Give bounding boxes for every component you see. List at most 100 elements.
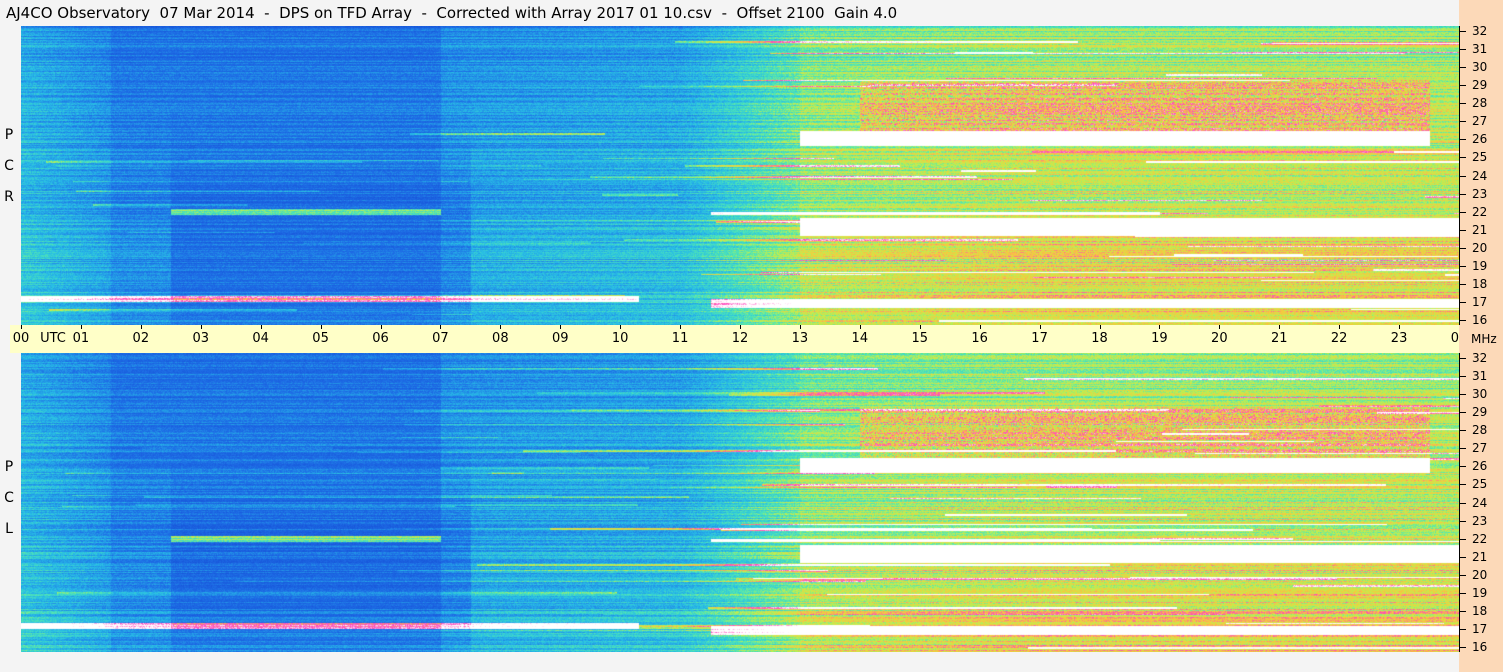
time-tick-label: 04 — [252, 331, 269, 346]
frequency-tick — [1459, 211, 1466, 213]
time-tick-label: 09 — [551, 331, 569, 346]
unit-label: MHz — [1471, 332, 1497, 346]
frequency-tick — [1459, 49, 1466, 51]
frequency-tick — [1459, 538, 1466, 540]
frequency-tick — [1459, 394, 1466, 396]
frequency-tick-label: 25 — [1472, 477, 1488, 492]
time-tick-label: 12 — [731, 331, 749, 346]
frequency-tick — [1459, 448, 1466, 450]
frequency-tick — [1459, 484, 1466, 486]
time-tick — [320, 325, 322, 329]
frequency-tick — [1459, 647, 1466, 648]
frequency-tick — [1459, 430, 1466, 432]
rcp-letter-c: C — [4, 158, 14, 174]
frequency-tick — [1459, 556, 1466, 558]
frequency-tick-label: 16 — [1472, 640, 1488, 654]
frequency-tick — [1459, 31, 1466, 32]
time-tick — [200, 325, 202, 329]
frequency-tick-label: 23 — [1472, 513, 1488, 528]
frequency-tick — [1459, 502, 1466, 504]
time-tick — [380, 325, 382, 329]
frequency-tick — [1459, 121, 1466, 123]
time-tick — [1339, 325, 1341, 329]
frequency-tick — [1459, 376, 1466, 378]
lcp-spectrogram — [21, 353, 1459, 652]
frequency-tick-label: 31 — [1472, 42, 1488, 57]
frequency-tick-label: 20 — [1472, 240, 1488, 255]
time-tick — [560, 325, 562, 329]
time-tick — [140, 325, 142, 329]
chart-title: AJ4CO Observatory 07 Mar 2014 - DPS on T… — [6, 4, 898, 22]
frequency-tick-label: 31 — [1472, 369, 1488, 384]
time-tick-label: 02 — [132, 331, 150, 346]
frequency-tick — [1459, 67, 1466, 69]
time-tick-label: 05 — [312, 331, 329, 346]
time-axis: 00 01 02 03 04 05 06 07 08 09 10 11 12 13 14 15 16 17 18 19… — [10, 325, 1471, 353]
frequency-tick-label: 29 — [1472, 78, 1488, 93]
frequency-tick — [1459, 193, 1466, 195]
frequency-tick-label: 23 — [1472, 186, 1488, 201]
time-tick-label: 10 — [611, 331, 629, 346]
time-tick-label: 13 — [791, 331, 809, 346]
time-tick — [1099, 325, 1101, 329]
frequency-tick — [1459, 247, 1466, 249]
time-tick — [1159, 325, 1161, 329]
frequency-tick-label: 17 — [1472, 294, 1488, 309]
time-tick-label: 19 — [1151, 331, 1168, 346]
frequency-tick-label: 22 — [1472, 531, 1488, 546]
lcp-letter-c: C — [4, 490, 14, 506]
frequency-tick — [1459, 358, 1466, 359]
time-tick-label: 00 — [12, 331, 30, 346]
frequency-tick — [1459, 139, 1466, 141]
frequency-tick — [1459, 283, 1466, 285]
frequency-tick-label: 27 — [1472, 441, 1488, 456]
frequency-tick — [1459, 157, 1466, 159]
frequency-tick — [1459, 466, 1466, 468]
rcp-label: P C R — [1, 120, 17, 213]
frequency-tick-label: 16 — [1472, 313, 1488, 327]
time-tick — [979, 325, 981, 329]
time-tick — [1219, 325, 1221, 329]
time-tick — [799, 325, 801, 329]
time-tick-label: 16 — [971, 331, 988, 346]
frequency-tick-label: 18 — [1472, 603, 1488, 618]
frequency-tick-label: 32 — [1472, 351, 1488, 365]
frequency-tick — [1459, 301, 1466, 303]
frequency-tick-label: 21 — [1472, 222, 1488, 237]
lcp-letter-l: L — [5, 521, 13, 537]
frequency-tick — [1459, 320, 1466, 321]
time-tick-label: 03 — [192, 331, 210, 346]
time-tick — [440, 325, 442, 329]
rcp-frequency-axis: 32 31 30 29 28 27 26 25 24 23 22 21 20 19 18 17 16 — [1459, 24, 1503, 327]
frequency-tick-label: 22 — [1472, 204, 1488, 219]
time-tick-label: 21 — [1270, 331, 1288, 346]
frequency-tick-label: 19 — [1472, 258, 1488, 273]
time-tick — [620, 325, 622, 329]
rcp-spectrogram-canvas — [21, 26, 1459, 325]
frequency-tick — [1459, 85, 1466, 87]
time-tick-label: 11 — [671, 331, 689, 346]
time-tick — [740, 325, 741, 329]
time-tick — [500, 325, 502, 329]
time-tick — [1039, 325, 1041, 329]
frequency-tick-label: 24 — [1472, 168, 1488, 183]
time-tick-label: 20 — [1211, 331, 1228, 346]
frequency-tick-label: 29 — [1472, 405, 1488, 420]
frequency-tick-label: 20 — [1472, 567, 1488, 582]
time-tick — [260, 325, 262, 329]
frequency-tick — [1459, 103, 1466, 105]
frequency-tick-label: 30 — [1472, 387, 1488, 402]
time-tick-label: 07 — [432, 331, 449, 346]
frequency-tick — [1459, 610, 1466, 612]
time-tick-label: 01 — [72, 331, 90, 346]
time-tick-label: 14 — [851, 331, 869, 346]
frequency-tick-label: 17 — [1472, 621, 1488, 636]
frequency-tick-label: 27 — [1472, 114, 1488, 129]
time-tick — [919, 325, 921, 329]
time-tick-label: 06 — [372, 331, 389, 346]
frequency-tick — [1459, 412, 1466, 414]
time-tick — [859, 325, 861, 329]
frequency-tick-label: 32 — [1472, 24, 1488, 38]
time-tick-label: 08 — [492, 331, 509, 346]
frequency-tick-label: 25 — [1472, 150, 1488, 165]
